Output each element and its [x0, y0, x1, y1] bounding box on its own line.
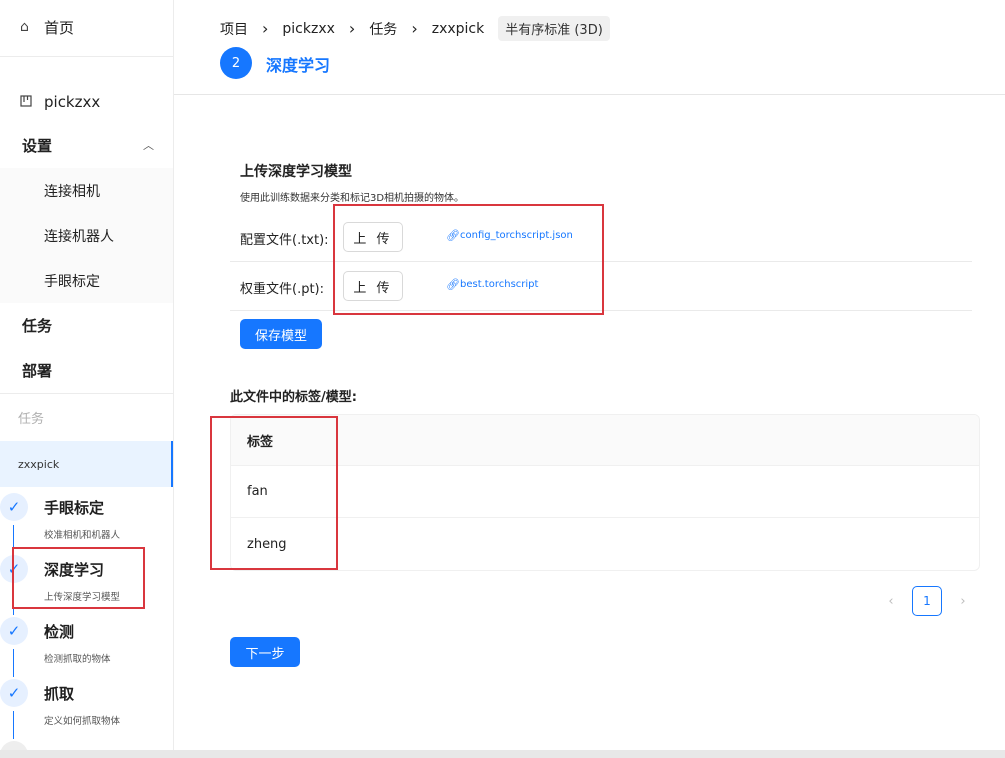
table-header: 标签 [231, 415, 979, 466]
sidebar-item-deploy[interactable]: 部署 [0, 356, 173, 384]
pagination: ‹ 1 › [880, 586, 974, 616]
page-title: 深度学习 [266, 56, 331, 75]
step-title: 手眼标定 [44, 499, 105, 517]
annotation-box-labels [210, 416, 338, 570]
config-file-label: 配置文件(.txt): [240, 233, 329, 248]
app-window: ⌂ 首页 pickzxx 设置 ︿ 连接相机 连接机器人 手眼标定 任务 部署 [0, 0, 1005, 758]
board-icon [20, 95, 34, 109]
check-icon: ✓ [0, 617, 28, 645]
check-icon: ✓ [0, 679, 28, 707]
step-title: 检测 [44, 623, 75, 641]
selected-task-label: zxxpick [18, 457, 60, 471]
sidebar-item-connect-camera[interactable]: 连接相机 [0, 168, 173, 213]
page-number-current[interactable]: 1 [912, 586, 942, 616]
labels-table: 标签 fan zheng [230, 414, 980, 571]
sidebar-item-home[interactable]: ⌂ 首页 [0, 12, 173, 42]
sidebar-item-label: 手眼标定 [44, 273, 100, 290]
sidebar-item-label: 部署 [22, 361, 53, 380]
table-row: fan [231, 466, 979, 518]
chevron-up-icon: ︿ [143, 139, 154, 152]
sidebar-item-hand-eye[interactable]: 手眼标定 [0, 258, 173, 303]
step-number-badge: 2 [220, 47, 252, 79]
chevron-right-icon: › [348, 19, 356, 38]
annotation-box-files [333, 204, 604, 315]
sidebar-item-project[interactable]: pickzxx [0, 88, 173, 116]
chevron-right-icon: › [411, 19, 418, 38]
breadcrumb-item-task[interactable]: zxxpick [432, 21, 485, 37]
sidebar-item-selected-task[interactable]: zxxpick [0, 441, 173, 487]
sidebar-group-title: 任务 [18, 412, 45, 427]
step-title: 抓取 [44, 685, 75, 703]
prev-page-icon[interactable]: ‹ [880, 594, 902, 609]
labels-table-title: 此文件中的标签/模型: [230, 390, 357, 405]
step-connector [13, 711, 14, 739]
sidebar-divider [0, 393, 173, 394]
home-icon: ⌂ [20, 19, 29, 35]
sidebar-item-settings[interactable]: 设置 ︿ [0, 131, 173, 159]
breadcrumb: 项目 › pickzxx › 任务 › zxxpick 半有序标准 (3D) [220, 16, 610, 41]
sidebar-item-label: 首页 [44, 18, 75, 37]
upload-section-desc: 使用此训练数据来分类和标记3D相机拍摄的物体。 [240, 193, 465, 204]
sidebar-item-tasks[interactable]: 任务 [0, 311, 173, 339]
next-step-button[interactable]: 下一步 [230, 637, 300, 667]
sidebar-item-connect-robot[interactable]: 连接机器人 [0, 213, 173, 258]
sidebar-item-label: 连接相机 [44, 183, 100, 200]
sidebar-item-label: 设置 [22, 136, 53, 155]
table-row: zheng [247, 536, 287, 552]
step-connector [13, 649, 14, 677]
breadcrumb-item-project[interactable]: pickzxx [282, 21, 335, 37]
horizontal-scrollbar[interactable] [0, 750, 1005, 758]
weights-file-label: 权重文件(.pt): [240, 282, 325, 297]
chevron-right-icon: › [262, 19, 269, 38]
next-page-icon[interactable]: › [952, 594, 974, 609]
step-desc: 校准相机和机器人 [44, 530, 121, 541]
step-desc: 定义如何抓取物体 [44, 716, 121, 727]
step-desc: 检测抓取的物体 [44, 654, 111, 665]
sidebar-item-label: 任务 [22, 316, 53, 335]
breadcrumb-item-tasks[interactable]: 任务 [369, 19, 397, 39]
sidebar-item-label: 连接机器人 [44, 228, 114, 245]
breadcrumb-item-projects[interactable]: 项目 [220, 19, 248, 39]
annotation-box-step [12, 547, 145, 609]
sidebar-item-label: pickzxx [44, 93, 101, 111]
check-icon: ✓ [0, 493, 28, 521]
sidebar: ⌂ 首页 pickzxx 设置 ︿ 连接相机 连接机器人 手眼标定 任务 部署 [0, 0, 174, 758]
breadcrumb-tag: 半有序标准 (3D) [498, 16, 610, 41]
save-model-button[interactable]: 保存模型 [240, 319, 322, 349]
sidebar-divider [0, 56, 173, 57]
page-header: 项目 › pickzxx › 任务 › zxxpick 半有序标准 (3D) 2… [174, 0, 1005, 95]
upload-section-title: 上传深度学习模型 [240, 164, 352, 180]
